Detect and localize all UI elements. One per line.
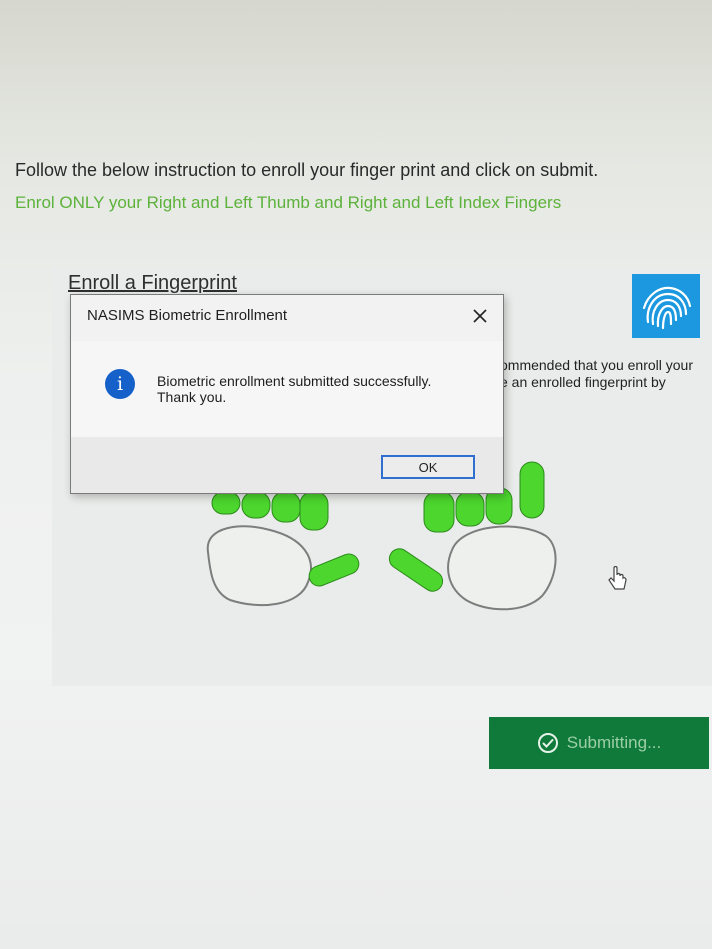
dialog-body: i Biometric enrollment submitted success… [71, 341, 503, 437]
dialog-message-line-1: Biometric enrollment submitted successfu… [157, 373, 432, 389]
instruction-fingers-text: Enrol ONLY your Right and Left Thumb and… [15, 193, 562, 212]
close-icon [473, 309, 487, 323]
dialog-title: NASIMS Biometric Enrollment [87, 307, 288, 324]
instruction-text: Follow the below instruction to enroll y… [15, 160, 599, 180]
close-button[interactable] [465, 301, 495, 331]
finger-right-middle[interactable] [455, 491, 485, 527]
finger-left-thumb[interactable] [306, 551, 362, 589]
submit-button[interactable]: Submitting... [489, 717, 709, 769]
finger-right-pinky[interactable] [519, 461, 545, 519]
enrollment-success-dialog: NASIMS Biometric Enrollment i Biometric … [70, 294, 504, 494]
side-text-line-1: ommended that you enroll your [500, 357, 693, 373]
dialog-message: Biometric enrollment submitted successfu… [157, 373, 431, 405]
side-text-line-2: e an enrolled fingerprint by [500, 374, 666, 390]
dialog-footer: OK [71, 437, 503, 493]
enroll-recommendation-text: ommended that you enroll your e an enrol… [500, 357, 712, 391]
left-palm [206, 525, 312, 607]
check-circle-icon [537, 733, 558, 753]
finger-left-pinky[interactable] [211, 491, 241, 515]
finger-left-index[interactable] [299, 491, 329, 531]
info-icon: i [105, 369, 135, 399]
finger-left-ring[interactable] [241, 491, 271, 519]
finger-right-index[interactable] [423, 491, 455, 533]
fingerprint-logo-icon [632, 274, 700, 338]
ok-button[interactable]: OK [381, 455, 475, 479]
left-hand [206, 491, 362, 607]
enroll-title[interactable]: Enroll a Fingerprint [68, 272, 237, 295]
pointer-cursor-icon [608, 566, 627, 590]
finger-right-thumb[interactable] [386, 545, 447, 595]
dialog-message-line-2: Thank you. [157, 389, 227, 405]
submit-label: Submitting... [566, 733, 662, 752]
right-palm [447, 525, 557, 611]
finger-left-middle[interactable] [271, 491, 301, 523]
instructions: Follow the below instruction to enroll y… [15, 160, 695, 213]
